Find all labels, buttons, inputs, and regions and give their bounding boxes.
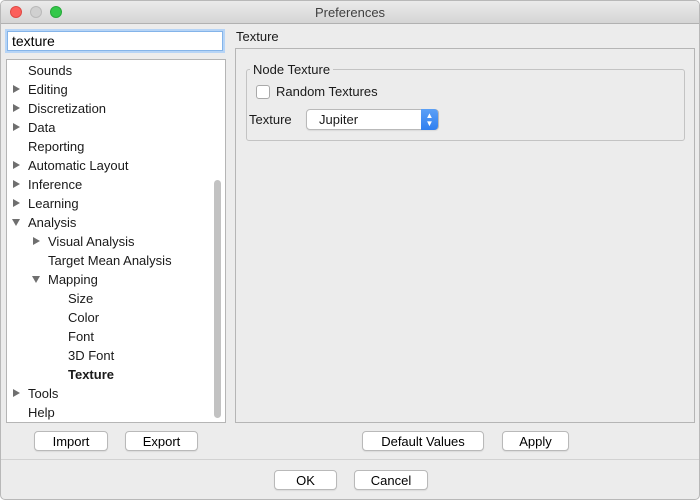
tree-scrollbar-thumb[interactable] (214, 180, 221, 418)
tree-item-label: Sounds (28, 63, 73, 78)
expand-arrow-icon[interactable] (13, 104, 20, 112)
expand-arrow-icon[interactable] (13, 199, 20, 207)
tree-item-label: Learning (28, 196, 79, 211)
cancel-button[interactable]: Cancel (354, 470, 428, 490)
tree-item-label: Discretization (28, 101, 107, 116)
tree-item-label: Visual Analysis (48, 234, 135, 249)
tree-item-label: Data (28, 120, 56, 135)
texture-select[interactable]: Jupiter ▲ ▼ (306, 109, 439, 130)
import-button[interactable]: Import (34, 431, 108, 451)
expand-arrow-icon[interactable] (13, 180, 20, 188)
tree-item-label-selected: Texture (68, 367, 114, 382)
expand-arrow-icon[interactable] (33, 237, 40, 245)
preferences-window: Preferences Sounds Editing Discretizatio… (0, 0, 700, 500)
apply-button[interactable]: Apply (502, 431, 569, 451)
search-input[interactable] (7, 31, 223, 51)
random-textures-checkbox[interactable] (256, 85, 270, 99)
tree-scrollbar[interactable] (211, 62, 223, 420)
expand-arrow-icon[interactable] (13, 161, 20, 169)
footer-divider (1, 459, 699, 460)
tree-item-label: Color (68, 310, 100, 325)
texture-label: Texture (249, 112, 292, 127)
ok-button[interactable]: OK (274, 470, 337, 490)
export-button[interactable]: Export (125, 431, 198, 451)
tree-item-label: Editing (28, 82, 68, 97)
tree-item-label: Target Mean Analysis (48, 253, 172, 268)
preferences-tree: Sounds Editing Discretization Data Repor… (6, 59, 226, 423)
expand-arrow-icon[interactable] (13, 85, 20, 93)
texture-select-value: Jupiter (319, 112, 359, 127)
tree-item-label: 3D Font (68, 348, 115, 363)
tree-item-label: Mapping (48, 272, 98, 287)
tree-item-label: Reporting (28, 139, 85, 154)
collapse-arrow-icon[interactable] (32, 276, 40, 283)
random-textures-label[interactable]: Random Textures (276, 84, 378, 99)
tree-item-label: Automatic Layout (28, 158, 129, 173)
tree-item-label: Help (28, 405, 55, 420)
expand-arrow-icon[interactable] (13, 123, 20, 131)
updown-chevron-icon[interactable]: ▲ ▼ (421, 109, 438, 130)
tree-item-label: Analysis (28, 215, 77, 230)
tree-item-label: Font (68, 329, 95, 344)
section-title: Texture (236, 29, 279, 44)
title-bar[interactable]: Preferences (1, 1, 699, 24)
node-texture-group (246, 69, 685, 141)
default-values-button[interactable]: Default Values (362, 431, 484, 451)
tree-item-label: Inference (28, 177, 83, 192)
window-title: Preferences (314, 5, 386, 20)
tree-item-label: Size (68, 291, 94, 306)
node-texture-group-title: Node Texture (250, 62, 334, 77)
tree-item-label: Tools (28, 386, 59, 401)
collapse-arrow-icon[interactable] (12, 219, 20, 226)
expand-arrow-icon[interactable] (13, 389, 20, 397)
